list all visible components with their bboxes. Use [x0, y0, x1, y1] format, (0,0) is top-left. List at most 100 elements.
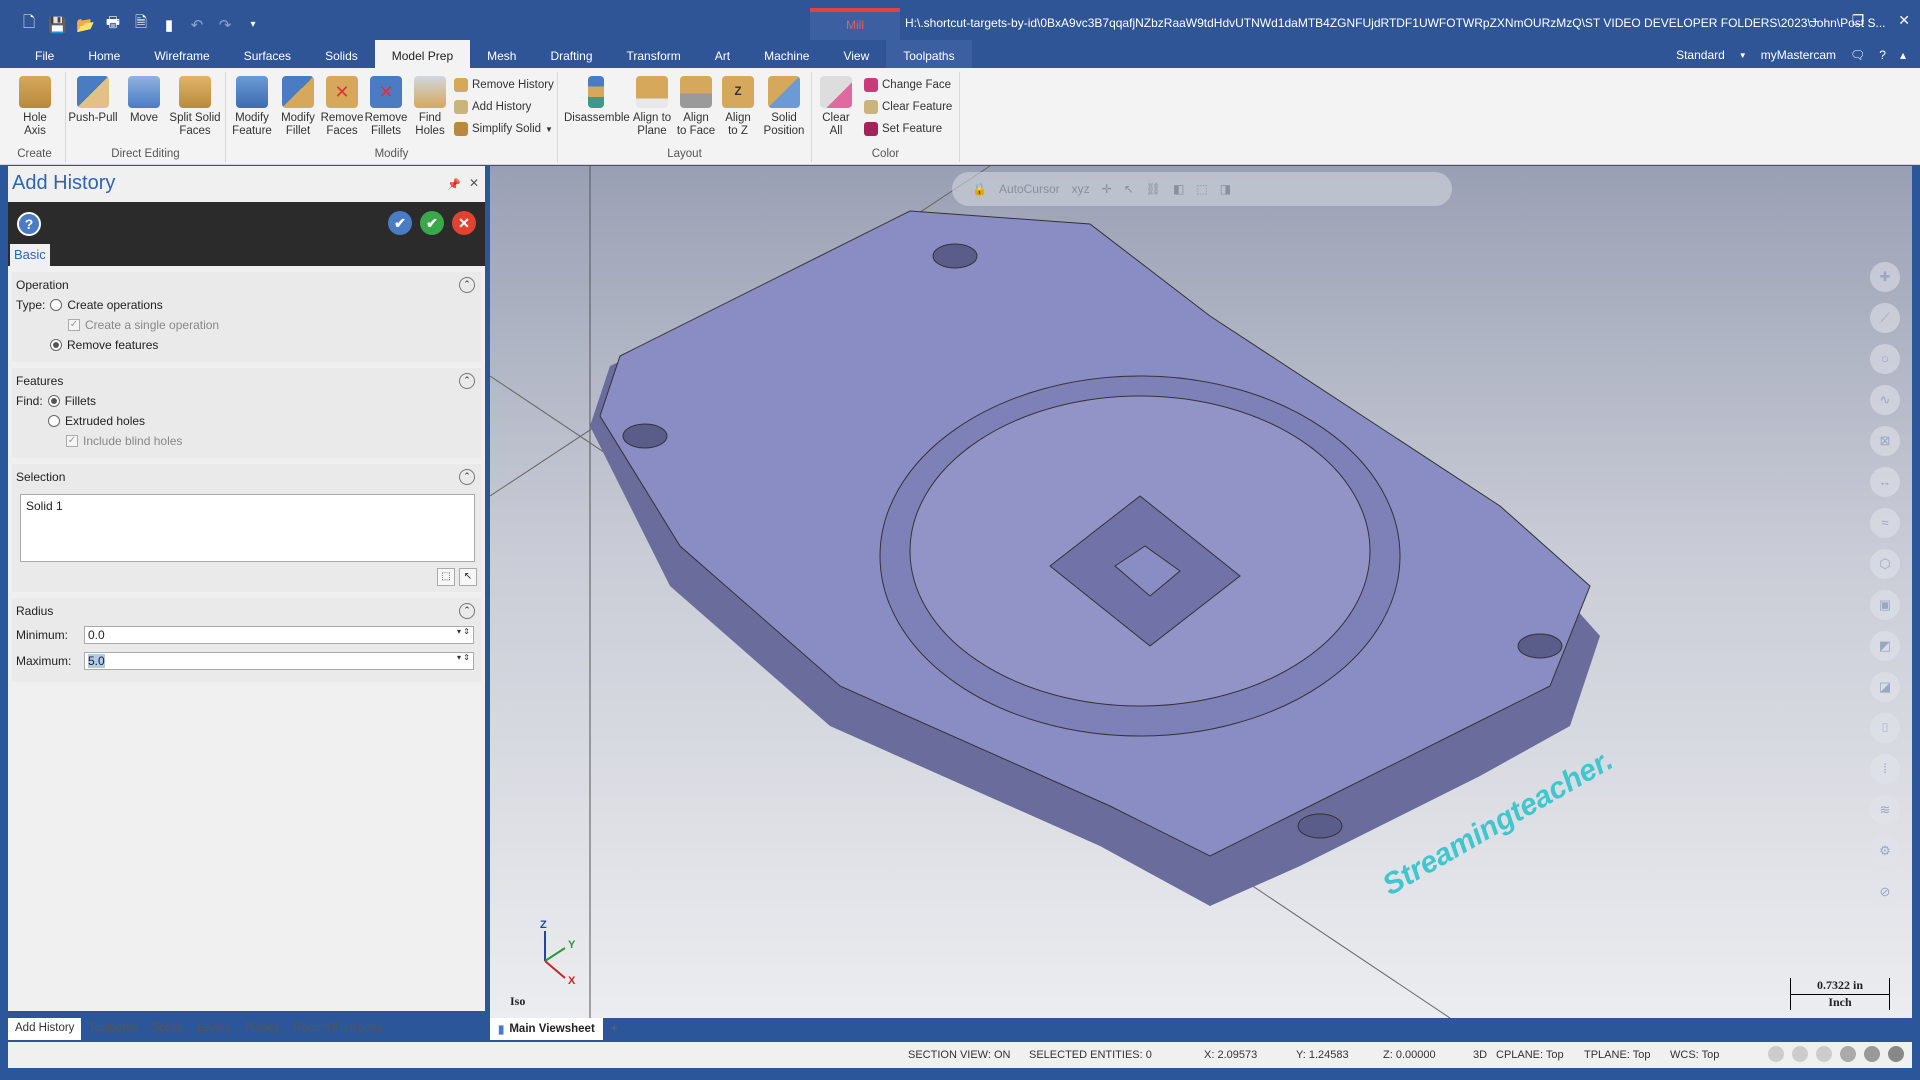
set-feature-button[interactable]: Set Feature	[864, 122, 942, 136]
chevron-down-icon[interactable]: ▼	[1739, 51, 1747, 60]
merge-icon[interactable]: ▮	[160, 16, 178, 34]
add-history-button[interactable]: Add History	[454, 100, 531, 114]
box-tool-icon[interactable]: ▣	[1870, 590, 1900, 620]
tab-toolpaths-manager[interactable]: Toolpaths	[81, 1018, 144, 1040]
simplify-solid-button[interactable]: Simplify Solid ▼	[454, 122, 553, 136]
open-icon[interactable]: 📂	[76, 16, 95, 34]
spline-tool-icon[interactable]: ∿	[1870, 385, 1900, 415]
move-button[interactable]: Move	[124, 76, 164, 125]
maximum-radius-input[interactable]: 5.0 ▾ ⇕	[84, 652, 474, 670]
save-as-icon[interactable]: 🗎	[132, 12, 150, 37]
circle-tool-icon[interactable]: ○	[1870, 344, 1900, 374]
create-operations-radio[interactable]	[50, 299, 63, 311]
disassemble-button[interactable]: Disassemble	[564, 76, 630, 125]
line-tool-icon[interactable]: ⟋	[1870, 303, 1900, 333]
select-cursor-icon[interactable]: ↖	[459, 568, 477, 586]
dimension-tool-icon[interactable]: ↔	[1870, 467, 1900, 497]
color-tool-icon[interactable]: ◩	[1870, 631, 1900, 661]
my-mastercam-link[interactable]: myMastercam	[1761, 48, 1836, 62]
verify-icon[interactable]: ◨	[1220, 182, 1231, 196]
modify-feature-button[interactable]: Modify Feature	[230, 76, 274, 138]
chain-icon[interactable]: ⛓	[1146, 182, 1161, 196]
close-panel-icon[interactable]: ✕	[469, 176, 479, 190]
tab-surfaces[interactable]: Surfaces	[227, 40, 308, 68]
align-to-plane-button[interactable]: Align to Plane	[630, 76, 674, 138]
context-tab-mill[interactable]: Mill	[810, 8, 900, 40]
point-tool-icon[interactable]: ✚	[1870, 262, 1900, 292]
add-selection-icon[interactable]: ⬚	[437, 568, 455, 586]
section-view-status[interactable]: SECTION VIEW: ON	[908, 1049, 1010, 1061]
create-single-operation-checkbox[interactable]: ✓	[68, 319, 80, 331]
remove-history-button[interactable]: Remove History	[454, 78, 554, 92]
push-pull-button[interactable]: Push-Pull	[68, 76, 118, 125]
tab-wireframe[interactable]: Wireframe	[137, 40, 226, 68]
collapse-selection-button[interactable]: ⌃	[459, 469, 475, 485]
extruded-holes-radio[interactable]	[48, 415, 60, 427]
tab-view[interactable]: View	[826, 40, 886, 68]
cplane-status[interactable]: CPLANE: Top	[1496, 1049, 1564, 1061]
minimize-button[interactable]: –	[1810, 12, 1818, 29]
point-icon[interactable]: ✛	[1102, 182, 1112, 196]
help-button[interactable]: ?	[17, 212, 41, 236]
spinner-icon[interactable]: ▾ ⇕	[457, 627, 470, 636]
undo-icon[interactable]: ↶	[188, 16, 206, 34]
translucency-icon[interactable]	[1816, 1046, 1832, 1062]
close-button[interactable]: ✕	[1898, 12, 1910, 29]
autocursor-button[interactable]: AutoCursor	[999, 182, 1060, 196]
material-icon[interactable]	[1888, 1046, 1904, 1062]
solid-tool-icon[interactable]: ⬡	[1870, 549, 1900, 579]
remove-fillets-button[interactable]: ✕ Remove Fillets	[364, 76, 408, 138]
tab-main-viewsheet[interactable]: ▮ Main Viewsheet	[490, 1018, 603, 1040]
tab-planes[interactable]: Planes	[237, 1018, 286, 1040]
clear-feature-button[interactable]: Clear Feature	[864, 100, 952, 114]
split-solid-faces-button[interactable]: Split Solid Faces	[166, 76, 224, 138]
mode-2d-3d[interactable]: 3D	[1473, 1049, 1487, 1061]
tab-recent-functions[interactable]: Recent Functions	[286, 1018, 390, 1040]
tab-machine[interactable]: Machine	[747, 40, 826, 68]
find-holes-button[interactable]: Find Holes	[410, 76, 450, 138]
wcs-status[interactable]: WCS: Top	[1670, 1049, 1719, 1061]
fillets-radio[interactable]	[47, 395, 60, 407]
change-face-button[interactable]: Change Face	[864, 78, 951, 92]
tplane-status[interactable]: TPLANE: Top	[1584, 1049, 1650, 1061]
z-depth[interactable]: Z: 0.00000	[1383, 1049, 1436, 1061]
customize-icon[interactable]: ▾	[244, 19, 262, 30]
tab-add-history[interactable]: Add History	[8, 1018, 82, 1040]
wireframe-shading-icon[interactable]	[1768, 1046, 1784, 1062]
shaded-icon[interactable]	[1792, 1046, 1808, 1062]
include-blind-holes-checkbox[interactable]: ✓	[66, 435, 78, 447]
tab-solids-manager[interactable]: Solids	[145, 1018, 190, 1040]
tab-model-prep[interactable]: Model Prep	[374, 40, 471, 68]
tab-levels[interactable]: Levels	[190, 1018, 237, 1040]
collapse-features-button[interactable]: ⌃	[459, 373, 475, 389]
print-icon[interactable]: 🖶	[104, 12, 122, 37]
collapse-radius-button[interactable]: ⌃	[459, 603, 475, 619]
grid-tool-icon[interactable]: ⁞	[1870, 754, 1900, 784]
tab-solids[interactable]: Solids	[308, 40, 375, 68]
restore-button[interactable]: ❐	[1852, 12, 1865, 29]
window-select-icon[interactable]: ⬚	[1196, 182, 1207, 196]
feedback-icon[interactable]: 🗨	[1850, 48, 1865, 62]
tab-basic[interactable]: Basic	[10, 244, 50, 266]
wrap-tool-icon[interactable]: ≈	[1870, 508, 1900, 538]
xyz-icon[interactable]: xyz	[1072, 182, 1090, 196]
collapse-ribbon-icon[interactable]: ▴	[1900, 48, 1906, 62]
tab-art[interactable]: Art	[698, 40, 747, 68]
solid-select-icon[interactable]: ◧	[1173, 182, 1184, 196]
bracket-tool-icon[interactable]: ⌷	[1870, 713, 1900, 743]
remove-features-radio[interactable]	[50, 339, 62, 351]
surface-tool-icon[interactable]: ⊠	[1870, 426, 1900, 456]
cancel-button[interactable]: ✕	[452, 211, 476, 235]
selection-item[interactable]: Solid 1	[26, 499, 469, 513]
ok-button[interactable]: ✔	[420, 211, 444, 235]
shaded-edges-icon[interactable]	[1840, 1046, 1856, 1062]
solid-position-button[interactable]: Solid Position	[760, 76, 808, 138]
graphics-viewport[interactable]: Streamingteacher. Z Y X 🔒 AutoCursor xyz…	[490, 166, 1912, 1018]
solid-shaded-icon[interactable]	[1864, 1046, 1880, 1062]
remove-faces-button[interactable]: ✕ Remove Faces	[320, 76, 364, 138]
selection-list[interactable]: Solid 1	[20, 494, 475, 562]
minimum-radius-input[interactable]: 0.0 ▾ ⇕	[84, 626, 474, 644]
add-viewsheet-button[interactable]: +	[603, 1023, 626, 1035]
tab-mesh[interactable]: Mesh	[470, 40, 533, 68]
new-file-icon[interactable]: 🗋	[20, 12, 38, 37]
